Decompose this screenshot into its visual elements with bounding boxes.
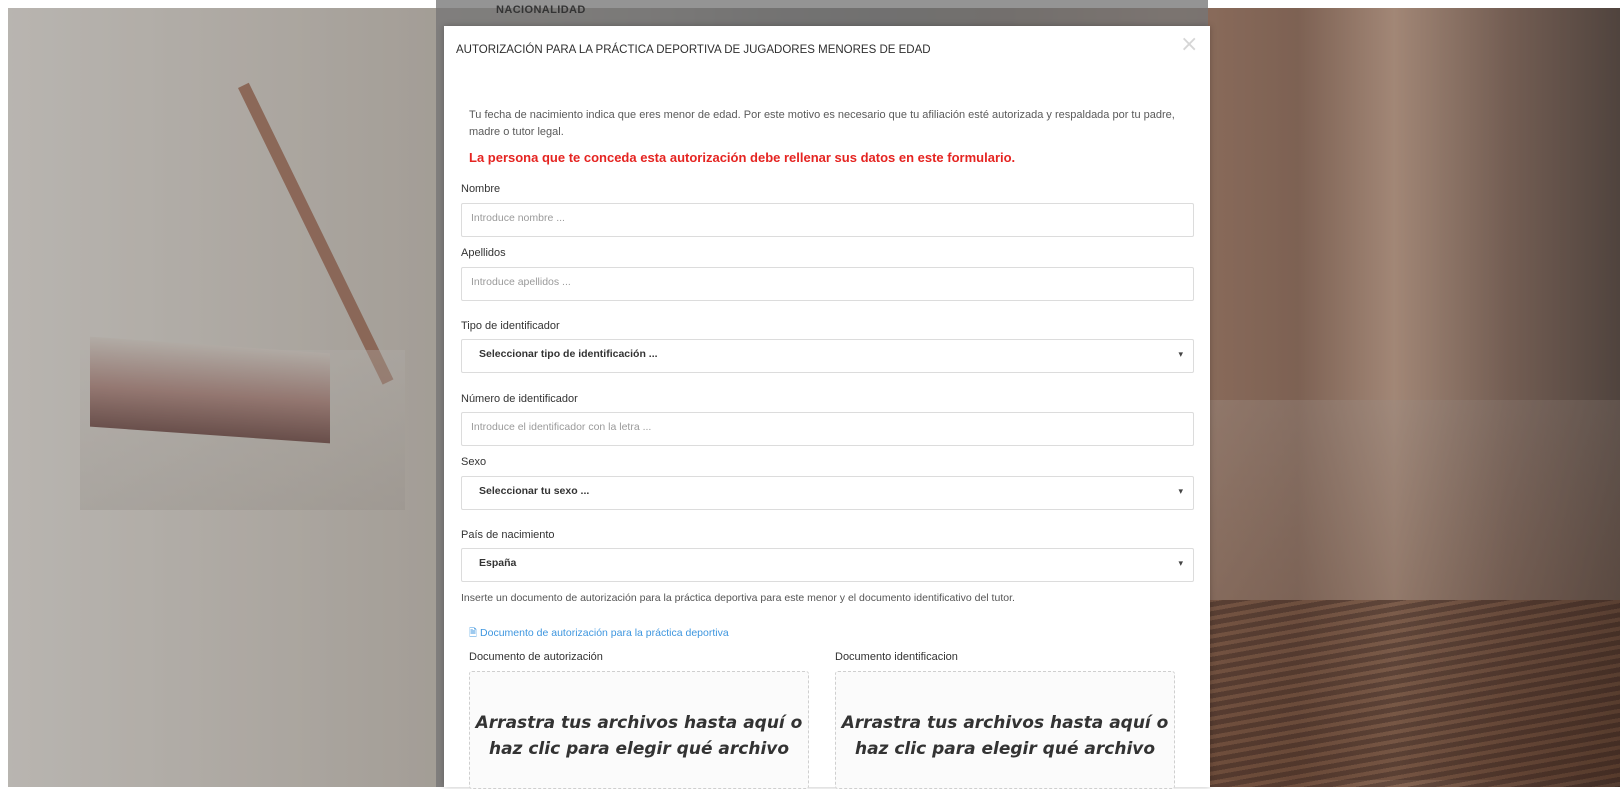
documents-note: Inserte un documento de autorización par… — [461, 592, 1015, 604]
tipo-identificador-label: Tipo de identificador — [461, 320, 560, 332]
pais-select[interactable]: España ▾ — [461, 548, 1194, 582]
numero-identificador-label: Número de identificador — [461, 393, 578, 405]
intro-text: Tu fecha de nacimiento indica que eres m… — [469, 109, 1175, 138]
apellidos-placeholder: Introduce apellidos ... — [471, 276, 571, 288]
chevron-down-icon: ▾ — [1178, 350, 1183, 360]
apellidos-label: Apellidos — [461, 247, 506, 259]
nombre-placeholder: Introduce nombre ... — [471, 212, 565, 224]
tipo-identificador-value: Seleccionar tipo de identificación ... — [479, 348, 658, 360]
authorization-document-link[interactable]: 🗎 Documento de autorización para la práct… — [469, 626, 729, 643]
identification-document-label: Documento identificacion — [835, 651, 958, 663]
sexo-label: Sexo — [461, 456, 487, 468]
close-icon[interactable]: × — [1180, 34, 1198, 56]
sexo-value: Seleccionar tu sexo ... — [479, 485, 590, 497]
nombre-input[interactable]: Introduce nombre ... — [461, 203, 1194, 237]
modal-title: AUTORIZACIÓN PARA LA PRÁCTICA DEPORTIVA … — [456, 44, 931, 56]
authorization-document-link-text: Documento de autorización para la prácti… — [480, 627, 729, 639]
pais-value: España — [479, 557, 517, 569]
identification-dropzone-text: Arrastra tus archivos hasta aquí o haz c… — [841, 713, 1169, 759]
chevron-down-icon: ▾ — [1178, 559, 1183, 569]
numero-identificador-placeholder: Introduce el identificador con la letra … — [471, 421, 652, 433]
authorization-dropzone-text: Arrastra tus archivos hasta aquí o haz c… — [475, 713, 803, 759]
identification-dropzone[interactable]: Arrastra tus archivos hasta aquí o haz c… — [835, 671, 1175, 789]
authorization-modal: AUTORIZACIÓN PARA LA PRÁCTICA DEPORTIVA … — [444, 26, 1210, 789]
chevron-down-icon: ▾ — [1178, 487, 1183, 497]
numero-identificador-input[interactable]: Introduce el identificador con la letra … — [461, 412, 1194, 446]
guardian-warning: La persona que te conceda esta autorizac… — [469, 150, 1016, 165]
apellidos-input[interactable]: Introduce apellidos ... — [461, 267, 1194, 301]
tipo-identificador-select[interactable]: Seleccionar tipo de identificación ... ▾ — [461, 339, 1194, 373]
pais-label: País de nacimiento — [461, 529, 555, 541]
nombre-label: Nombre — [461, 183, 501, 195]
sexo-select[interactable]: Seleccionar tu sexo ... ▾ — [461, 476, 1194, 510]
authorization-document-label: Documento de autorización — [469, 651, 603, 663]
pdf-icon: 🗎 — [469, 628, 478, 639]
underlying-nationality-label: NACIONALIDAD — [496, 4, 586, 16]
authorization-dropzone[interactable]: Arrastra tus archivos hasta aquí o haz c… — [469, 671, 809, 789]
